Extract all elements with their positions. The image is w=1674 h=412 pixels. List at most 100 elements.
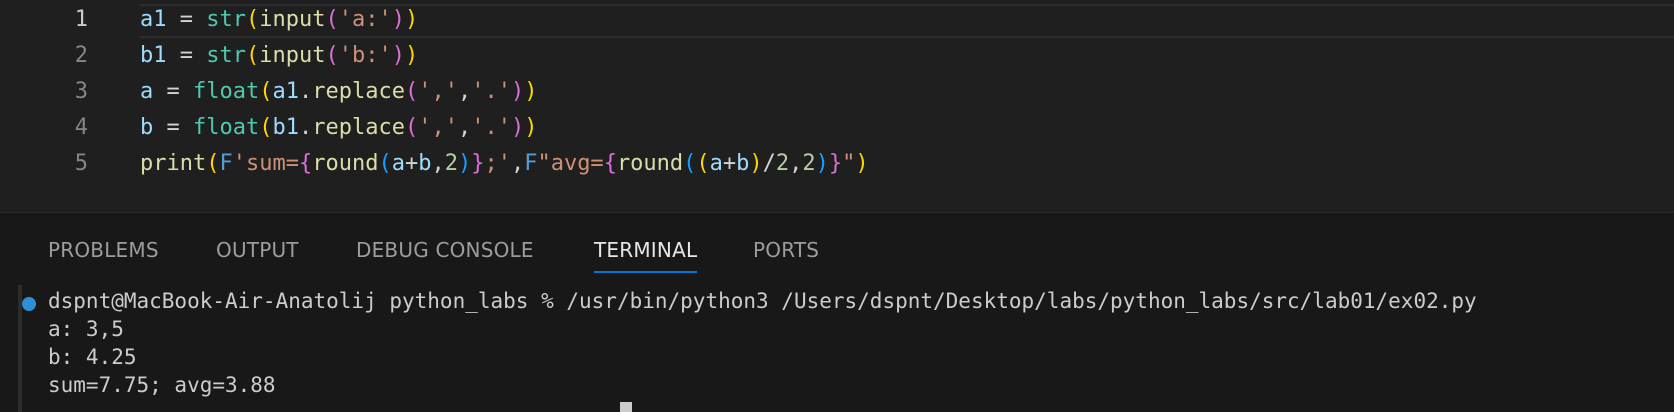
code-token: { — [603, 151, 617, 176]
terminal-cursor-line — [620, 399, 632, 412]
code-token: round — [312, 151, 379, 176]
code-token: ( — [206, 151, 220, 176]
code-text: a = float(a1.replace(',','.')) — [140, 74, 537, 110]
terminal[interactable]: dspnt@MacBook-Air-Anatolij python_labs %… — [0, 285, 1674, 412]
code-token: input — [259, 43, 326, 68]
code-token: float — [193, 79, 260, 104]
code-token: ) — [391, 7, 405, 32]
code-token: { — [298, 151, 313, 176]
code-token: round — [616, 151, 684, 176]
line-number: 1 — [74, 7, 88, 32]
code-token: ( — [246, 7, 260, 32]
code-token: b1 — [272, 115, 299, 140]
terminal-output-line: sum=7.75; avg=3.88 — [48, 373, 276, 397]
code-token: a1 — [272, 79, 299, 104]
code-token: , — [457, 79, 472, 104]
code-token: ( — [259, 115, 273, 140]
code-token: ) — [404, 7, 419, 32]
code-token: b — [736, 151, 750, 176]
code-token: 'sum= — [232, 151, 299, 176]
code-token: ) — [457, 151, 472, 176]
code-token: ) — [524, 79, 538, 104]
code-token: = — [153, 79, 193, 104]
code-token: ) — [855, 151, 869, 176]
code-token: ',' — [418, 79, 458, 104]
code-text: print(F'sum={round(a+b,2)};',F"avg={roun… — [140, 146, 869, 182]
code-token: ( — [246, 43, 260, 68]
tab-ports[interactable]: PORTS — [753, 237, 819, 265]
line-number: 3 — [74, 79, 88, 104]
code-token: ) — [510, 115, 525, 140]
code-token: b — [140, 115, 154, 140]
code-token: ( — [404, 79, 419, 104]
code-token: F — [524, 151, 538, 176]
code-token: , — [457, 115, 472, 140]
code-token: ( — [404, 115, 419, 140]
code-token: float — [193, 115, 260, 140]
terminal-output-line: a: 3,5 — [48, 317, 124, 341]
tab-terminal[interactable]: TERMINAL — [594, 237, 698, 273]
code-token: replace — [312, 79, 405, 104]
code-token: ',' — [418, 115, 458, 140]
code-token: a — [709, 151, 723, 176]
code-token: 2 — [444, 151, 458, 176]
code-token: 'a:' — [338, 7, 392, 32]
code-token: ( — [683, 151, 697, 176]
tab-problems[interactable]: PROBLEMS — [48, 237, 159, 265]
code-text: b = float(b1.replace(',','.')) — [140, 110, 537, 146]
line-number: 5 — [74, 151, 88, 176]
code-token: '.' — [471, 115, 511, 140]
code-token: = — [166, 43, 207, 68]
code-editor[interactable]: 1 a1 = str(input('a:')) 2 b1 = str(input('b… — [0, 0, 1674, 212]
code-token: = — [166, 7, 207, 32]
code-token: , — [789, 151, 803, 176]
panel-tabs: PROBLEMS OUTPUT DEBUG CONSOLE TERMINAL P… — [0, 213, 1674, 273]
code-token: ( — [696, 151, 710, 176]
tab-debug-console[interactable]: DEBUG CONSOLE — [356, 237, 534, 265]
code-token: ;' — [484, 151, 511, 176]
code-token: a1 — [140, 7, 167, 32]
code-token: . — [298, 79, 313, 104]
code-token: str — [206, 7, 246, 32]
code-text: a1 = str(input('a:')) — [140, 2, 418, 38]
code-token: F — [219, 151, 233, 176]
code-token: a — [391, 151, 405, 176]
code-token: = — [153, 115, 193, 140]
code-token: 2 — [775, 151, 790, 176]
code-token: 2 — [802, 151, 816, 176]
code-token: input — [259, 7, 326, 32]
code-line[interactable]: 2 b1 = str(input('b:')) — [0, 38, 1674, 74]
code-token: " — [842, 151, 856, 176]
code-token: '.' — [471, 79, 511, 104]
code-line[interactable]: 1 a1 = str(input('a:')) — [0, 2, 1674, 38]
code-token: / — [762, 151, 776, 176]
code-token: ( — [259, 79, 273, 104]
terminal-command-line: dspnt@MacBook-Air-Anatolij python_labs %… — [48, 289, 1477, 313]
code-token: , — [431, 151, 445, 176]
code-token: } — [471, 151, 485, 176]
code-token: ( — [325, 7, 339, 32]
line-number: 2 — [74, 43, 88, 68]
code-token: str — [206, 43, 246, 68]
code-token: + — [722, 151, 737, 176]
code-token: + — [404, 151, 419, 176]
code-token: ( — [325, 43, 339, 68]
tab-output[interactable]: OUTPUT — [216, 237, 299, 265]
code-line[interactable]: 5 print(F'sum={round(a+b,2)};',F"avg={rou… — [0, 146, 1674, 182]
code-token: ) — [391, 43, 405, 68]
code-line[interactable]: 3 a = float(a1.replace(',','.')) — [0, 74, 1674, 110]
code-token: 'b:' — [338, 43, 392, 68]
code-token: "avg= — [537, 151, 604, 176]
code-token: ) — [815, 151, 829, 176]
terminal-cursor — [620, 402, 632, 412]
code-line[interactable]: 4b = float(b1.replace(',','.')) — [0, 110, 1674, 146]
code-token: ) — [510, 79, 525, 104]
code-token: print — [140, 151, 207, 176]
code-token: ) — [404, 43, 419, 68]
code-token: } — [828, 151, 843, 176]
code-token: . — [298, 115, 313, 140]
code-token: , — [510, 151, 525, 176]
code-token: ) — [749, 151, 763, 176]
code-token: ) — [524, 115, 538, 140]
command-decoration-icon[interactable] — [22, 297, 36, 311]
